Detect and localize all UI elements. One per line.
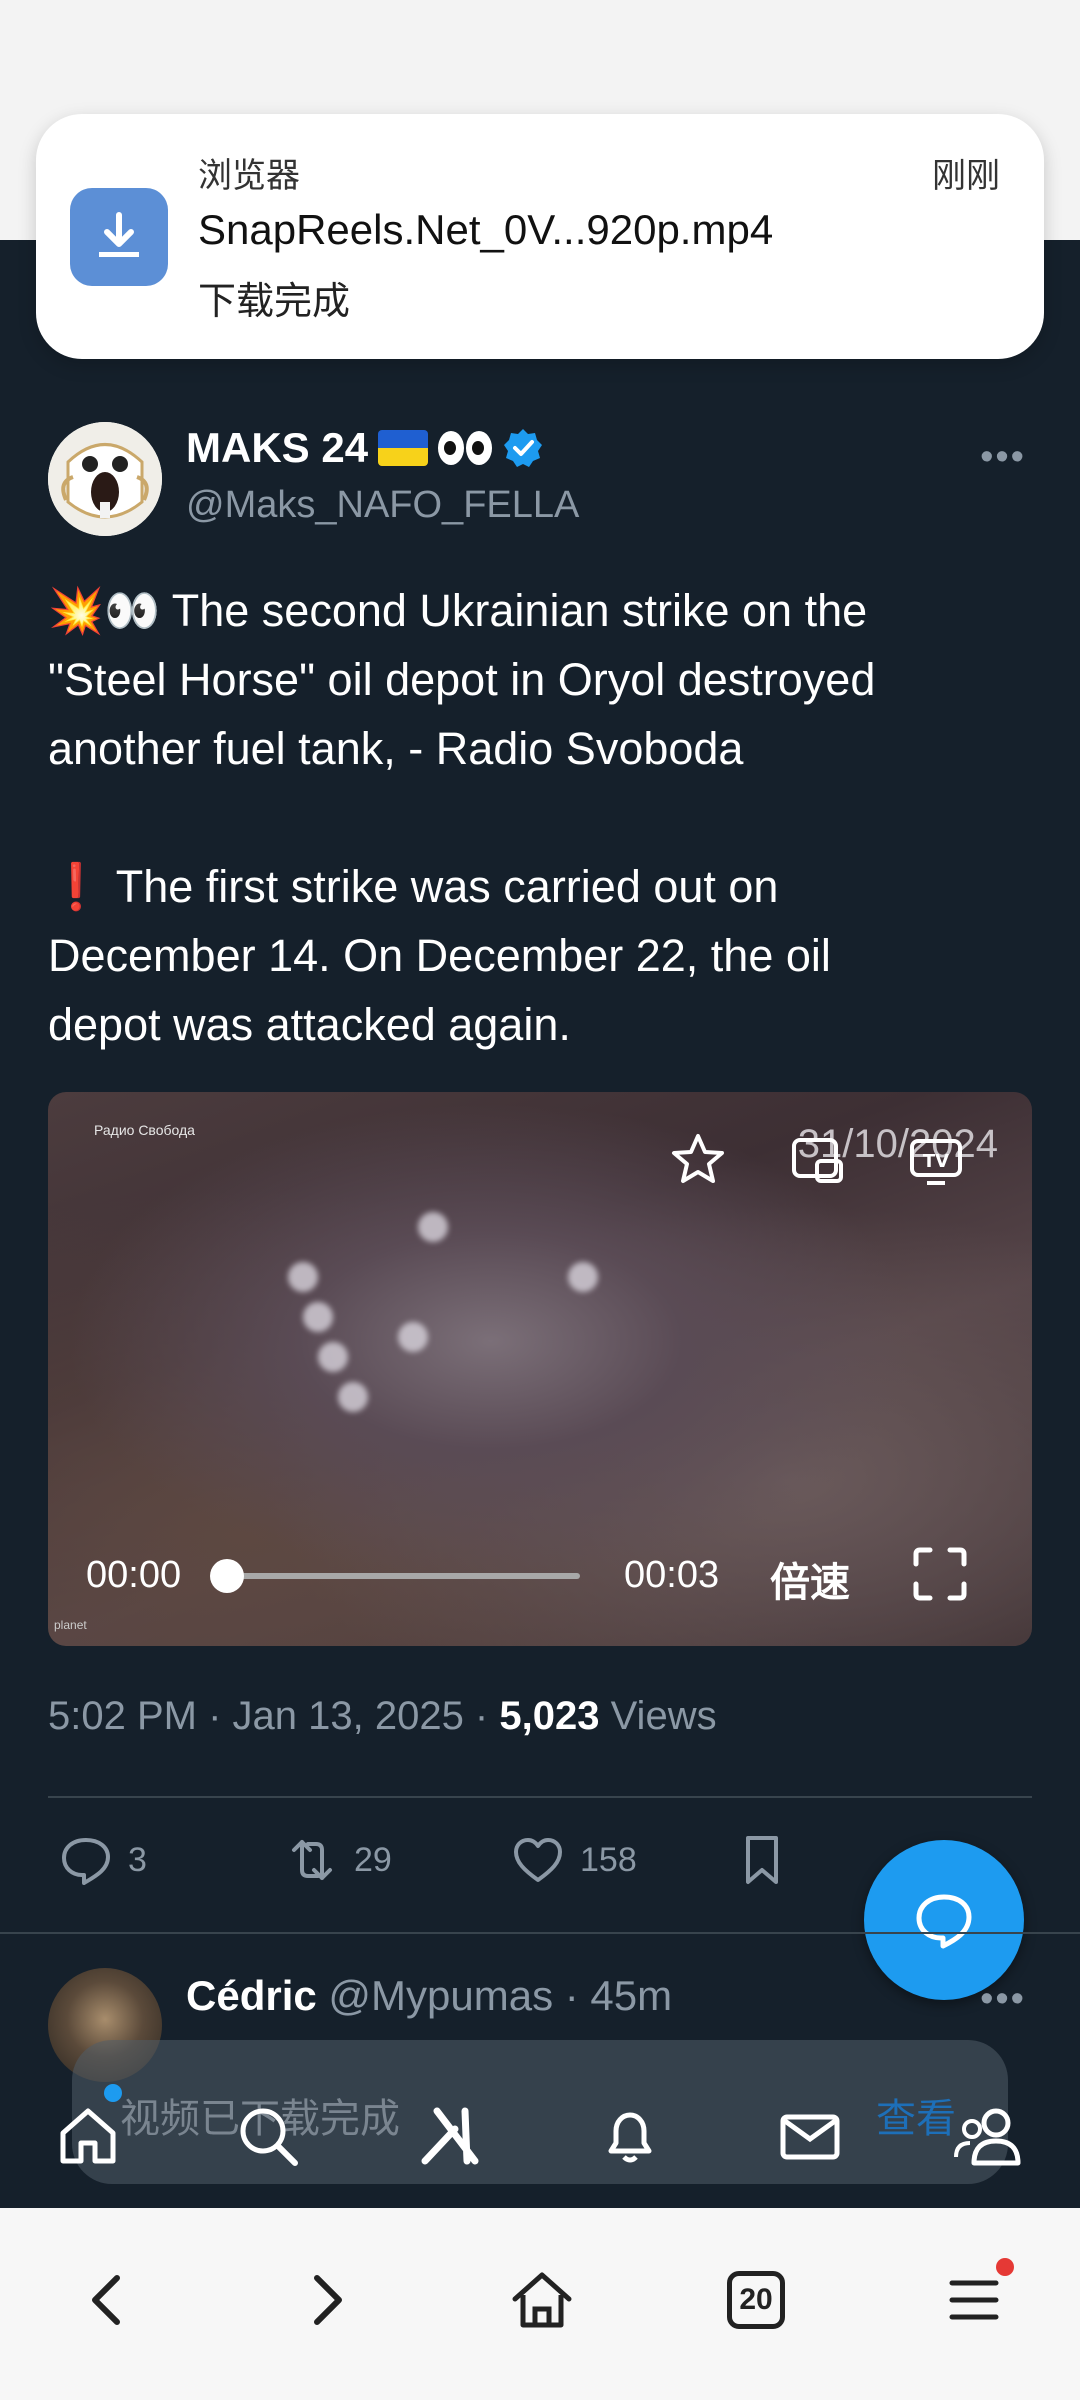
tweet-line-1: The second Ukrainian strike on the: [160, 585, 868, 636]
like-count: 158: [580, 1840, 637, 1879]
cast-tv-icon[interactable]: TV: [906, 1130, 966, 1190]
author-name[interactable]: MAKS 24: [186, 424, 544, 472]
back-icon[interactable]: [66, 2260, 146, 2340]
reply-icon: [62, 1838, 110, 1885]
fullscreen-icon[interactable]: [910, 1544, 970, 1604]
home-icon[interactable]: [48, 2096, 128, 2176]
video-duration: 00:03: [624, 1554, 720, 1596]
avatar[interactable]: [48, 422, 162, 536]
tweet-meta: 5:02 PM · Jan 13, 2025 · 5,023 Views: [48, 1694, 717, 1739]
views-label: Views: [599, 1694, 717, 1738]
tweet-line-4: The first strike was carried out on: [104, 861, 779, 912]
tweet-line-5: December 14. On December 22, the oil: [48, 930, 831, 981]
download-icon: [70, 188, 168, 286]
notification-time: 刚刚: [932, 157, 1000, 195]
tweet-text: 💥👀 The second Ukrainian strike on the "S…: [48, 576, 1038, 1059]
forward-icon[interactable]: [288, 2260, 368, 2340]
messages-mail-icon[interactable]: [770, 2096, 850, 2176]
video-progress-bar[interactable]: [226, 1573, 580, 1579]
playback-speed-button[interactable]: 倍速: [770, 1550, 850, 1608]
tweet-timestamp: 5:02 PM · Jan 13, 2025 ·: [48, 1694, 500, 1738]
like-button[interactable]: 158: [510, 1832, 637, 1888]
favorite-star-icon[interactable]: [668, 1130, 728, 1190]
bookmark-icon: [746, 1836, 778, 1884]
ukraine-flag-icon: [378, 430, 429, 466]
repost-button[interactable]: 29: [284, 1832, 392, 1888]
compose-fab[interactable]: [864, 1840, 1024, 2000]
views-count: 5,023: [499, 1694, 600, 1738]
more-options-icon[interactable]: •••: [980, 436, 1026, 479]
eyes-icon: [438, 431, 493, 465]
reply-author-name: Cédric: [186, 1972, 317, 2019]
picture-in-picture-icon[interactable]: [788, 1130, 848, 1190]
reply-button[interactable]: 3: [58, 1832, 147, 1888]
reply-count: 3: [128, 1840, 147, 1879]
notification-status: 下载完成: [198, 281, 351, 323]
browser-menu-icon[interactable]: [934, 2258, 1014, 2340]
tweet-line-2: "Steel Horse" oil depot in Oryol destroy…: [48, 654, 876, 705]
planet-watermark: planet: [54, 1618, 87, 1632]
download-notification[interactable]: 浏览器 刚刚 SnapReels.Net_0V...920p.mp4 下载完成: [36, 114, 1044, 359]
tab-count: 20: [727, 2271, 785, 2329]
reply-header[interactable]: Cédric @Mypumas · 45m: [186, 1972, 672, 2020]
notifications-bell-icon[interactable]: [590, 2096, 670, 2176]
verified-badge-icon: [502, 427, 544, 469]
tweet-line-3: another fuel tank, - Radio Svoboda: [48, 723, 744, 774]
tweet-line-6: depot was attacked again.: [48, 999, 571, 1050]
notification-filename: SnapReels.Net_0V...920p.mp4: [198, 206, 774, 253]
reply-more-options-icon[interactable]: •••: [980, 1978, 1026, 2021]
svg-text:TV: TV: [923, 1151, 949, 1172]
reply-time: · 45m: [553, 1972, 673, 2019]
divider: [48, 1796, 1032, 1798]
explosion-eyes-emoji: 💥👀: [48, 585, 161, 636]
browser-toolbar: 20: [0, 2208, 1080, 2400]
tabs-button[interactable]: 20: [716, 2260, 796, 2340]
heart-icon: [514, 1838, 562, 1882]
search-icon[interactable]: [228, 2096, 308, 2176]
author-name-text: MAKS 24: [186, 424, 369, 471]
radio-svoboda-watermark: Радио Свобода: [94, 1122, 195, 1138]
exclamation-emoji: ❗: [48, 861, 105, 912]
repost-icon: [292, 1840, 332, 1880]
app-bottom-nav: [0, 2060, 1080, 2208]
grok-icon[interactable]: [410, 2096, 490, 2176]
bookmark-button[interactable]: [734, 1832, 790, 1888]
video-progress-thumb[interactable]: [210, 1559, 244, 1593]
video-player[interactable]: Радио Свобода 31/10/2024 TV 00:00 00:03 …: [48, 1092, 1032, 1646]
reply-author-handle: @Mypumas: [328, 1972, 554, 2019]
repost-count: 29: [354, 1840, 392, 1879]
browser-home-icon[interactable]: [502, 2260, 582, 2340]
author-handle[interactable]: @Maks_NAFO_FELLA: [186, 484, 579, 527]
chat-bubble-icon: [916, 1894, 972, 1949]
video-current-time: 00:00: [86, 1554, 182, 1596]
communities-icon[interactable]: [950, 2096, 1030, 2176]
menu-notification-dot: [996, 2258, 1014, 2276]
divider: [0, 1932, 1080, 1934]
notification-app-name: 浏览器: [198, 157, 300, 195]
home-notification-dot: [104, 2084, 122, 2102]
